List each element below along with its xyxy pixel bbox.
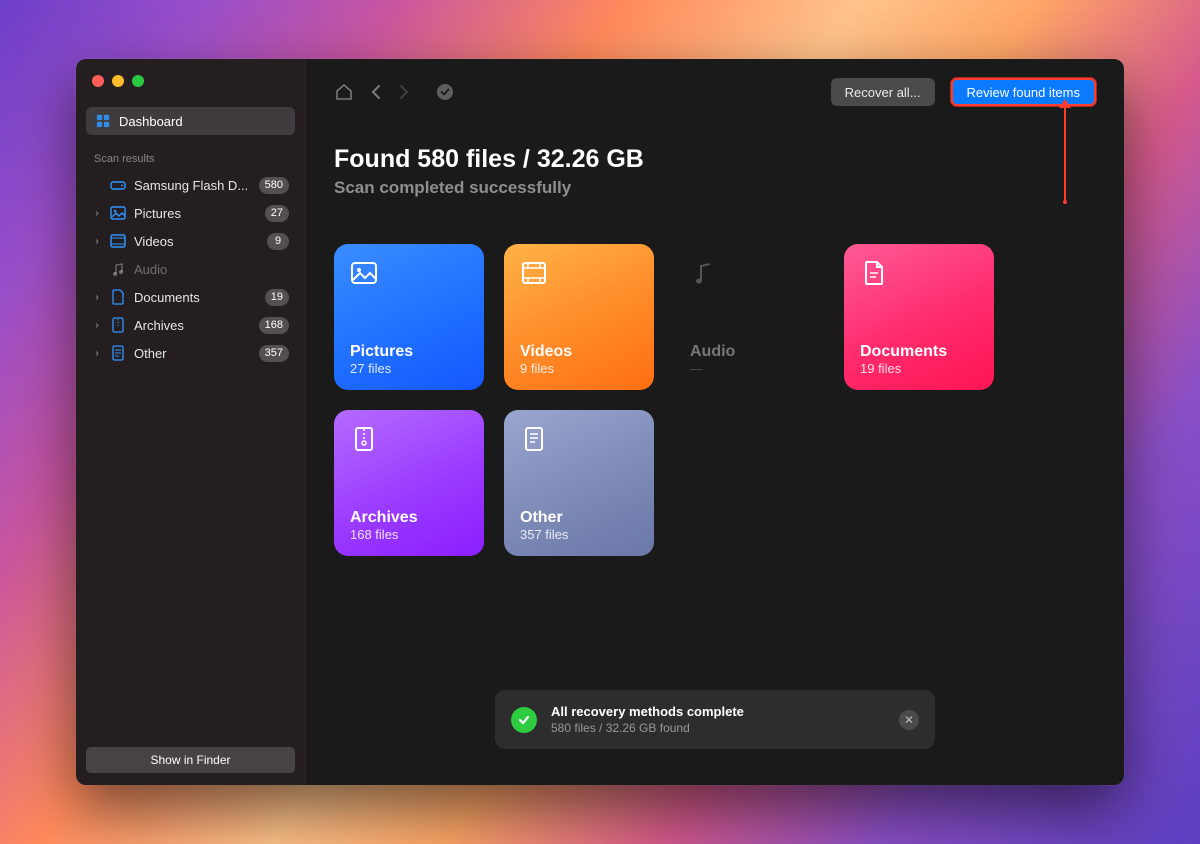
count-badge: 19 xyxy=(265,289,289,306)
document-icon xyxy=(110,289,126,305)
card-pictures[interactable]: Pictures 27 files xyxy=(334,244,484,390)
sidebar-item-documents[interactable]: › Documents 19 xyxy=(86,283,295,311)
show-in-finder-button[interactable]: Show in Finder xyxy=(86,747,295,773)
app-window: Dashboard Scan results Samsung Flash D..… xyxy=(76,59,1124,785)
audio-icon xyxy=(110,261,126,277)
grid-icon xyxy=(96,114,110,128)
close-window-button[interactable] xyxy=(92,75,104,87)
window-controls xyxy=(86,73,295,107)
close-icon[interactable]: ✕ xyxy=(899,710,919,730)
card-other[interactable]: Other 357 files xyxy=(504,410,654,556)
other-icon xyxy=(110,345,126,361)
card-count: 168 files xyxy=(350,527,468,542)
video-icon xyxy=(110,233,126,249)
count-badge: 168 xyxy=(259,317,289,334)
count-badge: 580 xyxy=(259,177,289,194)
minimize-window-button[interactable] xyxy=(112,75,124,87)
zoom-window-button[interactable] xyxy=(132,75,144,87)
audio-icon xyxy=(690,259,808,293)
card-videos[interactable]: Videos 9 files xyxy=(504,244,654,390)
sidebar-item-drive[interactable]: Samsung Flash D... 580 xyxy=(86,171,295,199)
sidebar-item-label: Videos xyxy=(134,234,259,249)
chevron-right-icon: › xyxy=(92,320,102,331)
sidebar-item-pictures[interactable]: › Pictures 27 xyxy=(86,199,295,227)
picture-icon xyxy=(110,205,126,221)
check-circle-icon[interactable] xyxy=(436,83,454,101)
card-title: Pictures xyxy=(350,343,468,361)
sidebar: Dashboard Scan results Samsung Flash D..… xyxy=(76,59,306,785)
card-count: — xyxy=(690,361,808,376)
drive-icon xyxy=(110,177,126,193)
sidebar-item-other[interactable]: › Other 357 xyxy=(86,339,295,367)
card-title: Audio xyxy=(690,343,808,361)
picture-icon xyxy=(350,259,468,293)
dashboard-label: Dashboard xyxy=(119,114,183,129)
sidebar-item-label: Documents xyxy=(134,290,257,305)
nav-back-icon[interactable] xyxy=(370,84,382,100)
archive-icon xyxy=(350,425,468,459)
page-title: Found 580 files / 32.26 GB xyxy=(334,145,1096,174)
sidebar-item-label: Audio xyxy=(134,262,289,277)
card-count: 19 files xyxy=(860,361,978,376)
card-audio: Audio — xyxy=(674,244,824,390)
chevron-right-icon: › xyxy=(92,348,102,359)
chevron-right-icon: › xyxy=(92,208,102,219)
card-grid: Pictures 27 files Videos 9 files Audio — xyxy=(334,244,1096,556)
card-title: Videos xyxy=(520,343,638,361)
sidebar-section-label: Scan results xyxy=(86,135,295,171)
main-area: Recover all... Review found items Found … xyxy=(306,59,1124,785)
count-badge: 9 xyxy=(267,233,289,250)
toast-subtitle: 580 files / 32.26 GB found xyxy=(551,721,885,735)
review-found-items-button[interactable]: Review found items xyxy=(951,78,1096,106)
sidebar-item-archives[interactable]: › Archives 168 xyxy=(86,311,295,339)
card-count: 357 files xyxy=(520,527,638,542)
document-icon xyxy=(860,259,978,293)
card-title: Documents xyxy=(860,343,978,361)
checkmark-icon xyxy=(511,707,537,733)
other-icon xyxy=(520,425,638,459)
sidebar-item-label: Pictures xyxy=(134,206,257,221)
card-archives[interactable]: Archives 168 files xyxy=(334,410,484,556)
page-subtitle: Scan completed successfully xyxy=(334,178,1096,198)
header: Found 580 files / 32.26 GB Scan complete… xyxy=(334,145,1096,198)
sidebar-item-label: Archives xyxy=(134,318,251,333)
completion-toast: All recovery methods complete 580 files … xyxy=(495,690,935,749)
sidebar-item-label: Samsung Flash D... xyxy=(134,178,251,193)
home-icon[interactable] xyxy=(334,83,354,101)
nav-forward-icon[interactable] xyxy=(398,84,410,100)
archive-icon xyxy=(110,317,126,333)
sidebar-item-videos[interactable]: › Videos 9 xyxy=(86,227,295,255)
card-count: 27 files xyxy=(350,361,468,376)
card-title: Other xyxy=(520,509,638,527)
sidebar-item-label: Other xyxy=(134,346,251,361)
card-title: Archives xyxy=(350,509,468,527)
chevron-right-icon: › xyxy=(92,236,102,247)
video-icon xyxy=(520,259,638,293)
sidebar-item-audio[interactable]: Audio xyxy=(86,255,295,283)
sidebar-item-dashboard[interactable]: Dashboard xyxy=(86,107,295,135)
card-count: 9 files xyxy=(520,361,638,376)
count-badge: 27 xyxy=(265,205,289,222)
toolbar: Recover all... Review found items xyxy=(334,77,1096,107)
count-badge: 357 xyxy=(259,345,289,362)
card-documents[interactable]: Documents 19 files xyxy=(844,244,994,390)
toast-title: All recovery methods complete xyxy=(551,704,885,719)
chevron-right-icon: › xyxy=(92,292,102,303)
recover-all-button[interactable]: Recover all... xyxy=(831,78,935,106)
annotation-arrow xyxy=(1064,107,1066,203)
